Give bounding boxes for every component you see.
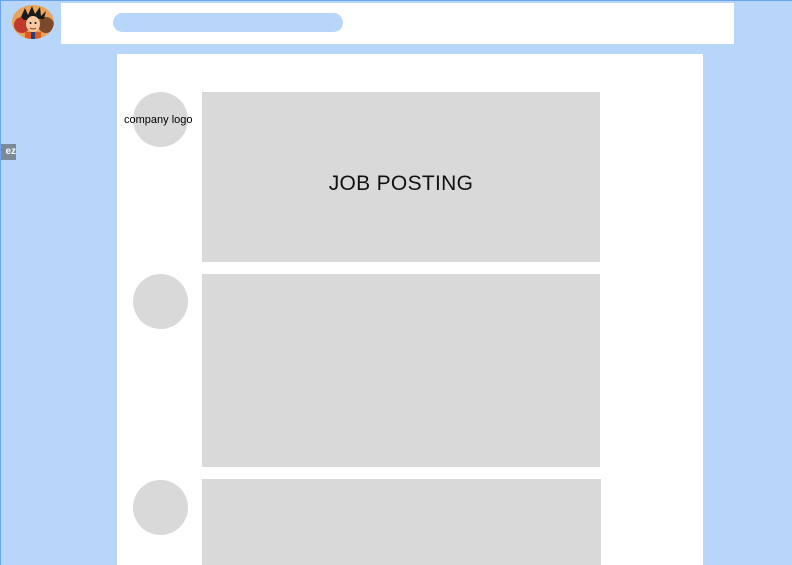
anime-character-avatar-icon xyxy=(12,5,54,39)
job-feed-panel: company logo JOB POSTING xyxy=(117,54,703,565)
search-input[interactable] xyxy=(113,13,343,32)
company-logo-label: company logo xyxy=(124,114,193,126)
job-posting-card[interactable] xyxy=(202,479,601,565)
company-logo-placeholder[interactable] xyxy=(133,480,188,535)
top-navigation-bar xyxy=(61,3,734,44)
job-posting-card[interactable]: JOB POSTING xyxy=(202,92,600,262)
app-frame: ez company logo JOB POSTING xyxy=(0,0,792,565)
user-avatar[interactable] xyxy=(12,5,54,39)
side-tab[interactable]: ez xyxy=(1,144,16,160)
company-logo-placeholder[interactable] xyxy=(133,274,188,329)
job-posting-title: JOB POSTING xyxy=(328,172,474,195)
job-posting-card[interactable] xyxy=(202,274,600,467)
